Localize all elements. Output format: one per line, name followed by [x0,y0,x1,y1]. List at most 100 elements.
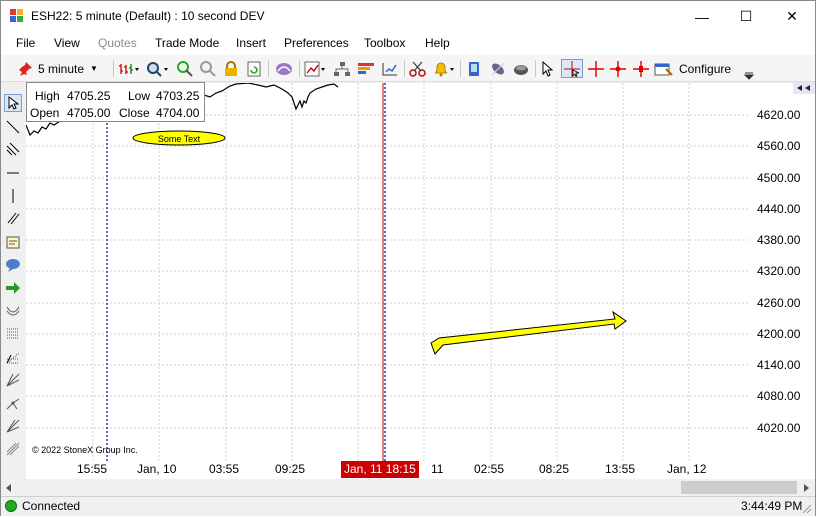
scroll-right-arrow-icon[interactable] [801,482,811,493]
regression-tool-icon[interactable] [4,440,22,458]
some-text-label: Some Text [158,134,201,144]
crosshair-dot-icon[interactable] [607,59,629,78]
time-axis[interactable]: 15:55 Jan, 10 03:55 09:25 Jan, 11 18:15 … [26,461,815,479]
zoom-icon[interactable] [145,59,171,78]
time-axis-label: 08:25 [539,462,570,476]
fib-fan-tool-icon[interactable] [4,348,22,366]
menu-quotes[interactable]: Quotes [98,36,137,50]
pin-icon[interactable] [15,59,35,78]
close-value: 4704.00 [156,106,200,120]
select-tool-icon[interactable] [4,94,22,112]
high-value: 4705.25 [67,89,111,103]
low-value: 4703.25 [156,89,200,103]
window-title: ESH22: 5 minute (Default) : 10 second DE… [31,9,265,23]
crosshair-icon[interactable] [585,59,607,78]
refresh-icon[interactable] [244,59,264,78]
time-axis-label: 09:25 [275,462,306,476]
menu-trade-mode[interactable]: Trade Mode [155,36,219,50]
arc-tool-icon[interactable] [4,302,22,320]
high-label: High [35,89,60,103]
close-label: Close [119,106,150,120]
trendline-tool-icon[interactable] [4,118,22,136]
alert-bell-icon[interactable] [431,59,457,78]
menu-view[interactable]: View [54,36,80,50]
connection-status-icon [5,500,17,512]
pointer-icon[interactable] [538,59,558,78]
configure-button[interactable]: Configure [654,59,738,78]
close-button[interactable]: ✕ [769,1,815,32]
menu-file[interactable]: File [16,36,35,50]
mouse-icon[interactable] [510,59,532,78]
price-axis-label: 4080.00 [757,389,801,403]
menu-toolbox[interactable]: Toolbox [364,36,405,50]
crosshair-bar-icon[interactable] [630,59,652,78]
status-bar: Connected 3:44:49 PM [1,496,815,516]
horizontal-line-tool-icon[interactable] [4,164,22,182]
chart-area[interactable]: Some Text © 2022 StoneX Group Inc. [26,83,749,461]
chevron-down-icon: ▼ [90,64,98,73]
fibonacci-tool-icon[interactable] [4,325,22,343]
scrollbar-thumb[interactable] [681,481,797,494]
app-icon [10,9,24,23]
copyright-text: © 2022 StoneX Group Inc. [32,445,138,455]
gann-fan-tool-icon[interactable] [4,371,22,389]
scissors-icon[interactable] [407,59,429,78]
toolbar-overflow-icon[interactable] [743,65,755,84]
price-axis-label: 4620.00 [757,108,801,122]
menu-bar: File View Quotes Trade Mode Insert Prefe… [1,32,815,55]
app-window: ESH22: 5 minute (Default) : 10 second DE… [0,0,816,516]
time-axis-cursor-label: Jan, 11 18:15 [341,461,419,478]
chart-canvas: Some Text © 2022 StoneX Group Inc. [26,83,749,461]
crosshair-pointer-icon[interactable] [561,59,583,78]
drawing-toolbar [1,83,26,461]
zoom-in-icon[interactable] [175,59,195,78]
configure-label: Configure [679,61,732,76]
hierarchy-icon[interactable] [331,59,353,78]
speed-lines-tool-icon[interactable] [4,417,22,435]
interval-select[interactable]: 5 minute ▼ [38,59,110,78]
time-axis-label: 15:55 [77,462,108,476]
price-axis[interactable]: 4620.00 4560.00 4500.00 4440.00 4380.00 … [749,82,815,461]
satellite-icon[interactable] [487,59,509,78]
color-bars-icon[interactable] [355,59,377,78]
ohlc-tooltip: High 4705.25 Low 4703.25 Open 4705.00 Cl… [26,82,205,122]
low-label: Low [128,89,151,103]
price-axis-label: 4200.00 [757,327,801,341]
parallel-lines-tool-icon[interactable] [4,209,22,227]
price-axis-label: 4020.00 [757,421,801,435]
studies-icon[interactable] [273,59,295,78]
scroll-left-icon[interactable] [793,82,815,94]
bar-style-icon[interactable] [117,59,141,78]
time-axis-label: Jan, 10 [137,462,177,476]
trade-icon[interactable] [379,59,401,78]
price-axis-label: 4500.00 [757,171,801,185]
callout-tool-icon[interactable] [4,256,22,274]
note-tool-icon[interactable] [4,233,22,251]
maximize-button[interactable]: ☐ [723,1,769,32]
menu-preferences[interactable]: Preferences [284,36,349,50]
minimize-button[interactable]: — [679,1,725,32]
time-axis-label: Jan, 12 [667,462,707,476]
chart-icon[interactable] [303,59,329,78]
price-axis-label: 4320.00 [757,264,801,278]
open-value: 4705.00 [67,106,111,120]
vertical-line-tool-icon[interactable] [4,187,22,205]
price-axis-label: 4380.00 [757,233,801,247]
zoom-out-icon[interactable] [198,59,218,78]
horizontal-scrollbar[interactable] [1,479,815,496]
menu-help[interactable]: Help [425,36,450,50]
resize-grip-icon[interactable] [802,503,812,517]
phone-icon[interactable] [463,59,485,78]
lock-icon[interactable] [221,59,241,78]
price-axis-label: 4140.00 [757,358,801,372]
interval-label: 5 minute [38,61,85,76]
menu-insert[interactable]: Insert [236,36,266,50]
title-bar: ESH22: 5 minute (Default) : 10 second DE… [1,1,815,32]
yellow-arrow-annotation[interactable] [430,310,627,355]
channel-tool-icon[interactable] [4,140,22,158]
arrow-tool-icon[interactable] [4,279,22,297]
time-axis-label: 11 [431,462,444,476]
pitchfork-tool-icon[interactable] [4,394,22,412]
scroll-left-arrow-icon[interactable] [4,482,14,493]
toolbar: 5 minute ▼ Configure [1,55,815,82]
